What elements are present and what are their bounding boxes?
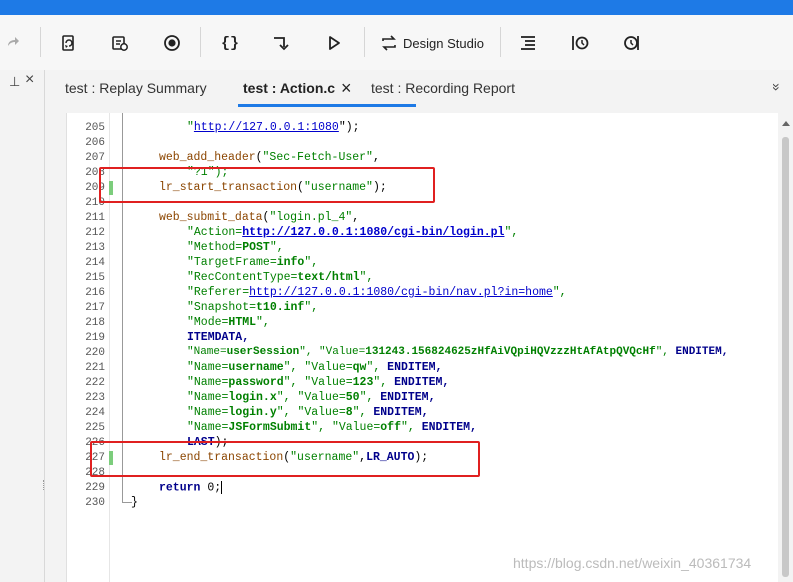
run-play-icon[interactable] <box>322 31 346 55</box>
redo-icon[interactable] <box>4 31 22 55</box>
left-side-panel: ⊥ × <box>0 70 45 582</box>
code-line-205: "http://127.0.0.1:1080"); <box>187 121 360 134</box>
line-number: 230 <box>85 497 105 509</box>
close-icon[interactable]: × <box>25 71 34 89</box>
code-line-225: "Name=JSFormSubmit", "Value=off", ENDITE… <box>187 421 477 434</box>
code-line-211: web_submit_data("login.pl_4", <box>159 211 360 224</box>
toolbar-separator <box>40 27 41 57</box>
format-lines-icon[interactable] <box>516 31 540 55</box>
design-studio-icon <box>382 35 396 51</box>
code-line-216: "Referer=http://127.0.0.1:1080/cgi-bin/n… <box>187 286 567 299</box>
steps-navigator-icon[interactable]: {} <box>216 31 244 55</box>
refresh-script-icon[interactable] <box>56 31 80 55</box>
code-line-223: "Name=login.x", "Value=50", ENDITEM, <box>187 391 436 404</box>
snapshot-icon[interactable] <box>568 31 592 55</box>
code-line-230: } <box>131 496 138 509</box>
tab-replay-summary[interactable]: test : Replay Summary <box>65 80 207 96</box>
line-number: 219 <box>85 332 105 344</box>
line-number: 213 <box>85 242 105 254</box>
record-icon[interactable] <box>160 31 184 55</box>
code-line-224: "Name=login.y", "Value=8", ENDITEM, <box>187 406 429 419</box>
design-studio-button[interactable]: Design Studio <box>380 31 484 55</box>
line-number: 223 <box>85 392 105 404</box>
scrollbar-thumb[interactable] <box>782 137 789 577</box>
toolbar-separator <box>500 27 501 57</box>
active-tab-indicator <box>238 104 416 107</box>
tab-action-c[interactable]: test : Action.c <box>243 80 335 96</box>
line-number: 216 <box>85 287 105 299</box>
tab-close-icon[interactable]: × <box>341 78 352 99</box>
code-line-212: "Action=http://127.0.0.1:1080/cgi-bin/lo… <box>187 226 519 239</box>
runtime-settings-icon[interactable] <box>108 31 132 55</box>
line-number: 205 <box>85 122 105 134</box>
tab-overflow-icon[interactable]: » <box>769 83 785 91</box>
panel-resize-handle[interactable] <box>43 480 46 490</box>
results-clock-icon[interactable] <box>620 31 644 55</box>
toolbar: {} Design Studio <box>0 15 793 70</box>
line-number: 224 <box>85 407 105 419</box>
code-line-229: return 0; <box>159 481 223 495</box>
code-line-215: "RecContentType=text/html", <box>187 271 374 284</box>
code-line-221: "Name=username", "Value=qw", ENDITEM, <box>187 361 443 374</box>
code-line-213: "Method=POST", <box>187 241 284 254</box>
line-number: 206 <box>85 137 105 149</box>
line-number: 215 <box>85 272 105 284</box>
line-number: 218 <box>85 317 105 329</box>
highlight-box-end-transaction <box>90 441 480 477</box>
editor-tab-bar: test : Replay Summary test : Action.c × … <box>52 70 793 108</box>
window-title-bar <box>0 0 793 15</box>
line-number: 220 <box>85 347 105 359</box>
line-number: 214 <box>85 257 105 269</box>
design-studio-label: Design Studio <box>403 35 484 51</box>
left-panel-header: ⊥ × <box>0 70 44 94</box>
pin-icon[interactable]: ⊥ <box>9 74 20 90</box>
line-number: 217 <box>85 302 105 314</box>
code-line-219: ITEMDATA, <box>187 331 250 344</box>
code-editor[interactable]: 205 206 207 208 209 210 211 212 213 214 … <box>66 113 779 582</box>
line-number: 221 <box>85 362 105 374</box>
code-line-220: "Name=userSession", "Value=131243.156824… <box>187 346 729 358</box>
code-line-217: "Snapshot=t10.inf", <box>187 301 319 314</box>
code-line-218: "Mode=HTML", <box>187 316 270 329</box>
vertical-scrollbar[interactable] <box>778 113 793 582</box>
scroll-up-arrow-icon[interactable] <box>782 121 790 126</box>
compile-icon[interactable] <box>268 31 292 55</box>
tab-recording-report[interactable]: test : Recording Report <box>371 80 515 96</box>
line-number: 207 <box>85 152 105 164</box>
toolbar-separator <box>200 27 201 57</box>
code-line-222: "Name=password", "Value=123", ENDITEM, <box>187 376 450 389</box>
text-cursor <box>221 481 223 494</box>
line-number: 212 <box>85 227 105 239</box>
line-number: 222 <box>85 377 105 389</box>
code-line-207: web_add_header("Sec-Fetch-User", <box>159 151 380 164</box>
line-number: 211 <box>85 212 105 224</box>
watermark-text: https://blog.csdn.net/weixin_40361734 <box>513 555 752 571</box>
highlight-box-start-transaction <box>99 167 435 203</box>
line-number: 229 <box>85 482 105 494</box>
line-number: 225 <box>85 422 105 434</box>
code-line-214: "TargetFrame=info", <box>187 256 319 269</box>
toolbar-separator <box>364 27 365 57</box>
